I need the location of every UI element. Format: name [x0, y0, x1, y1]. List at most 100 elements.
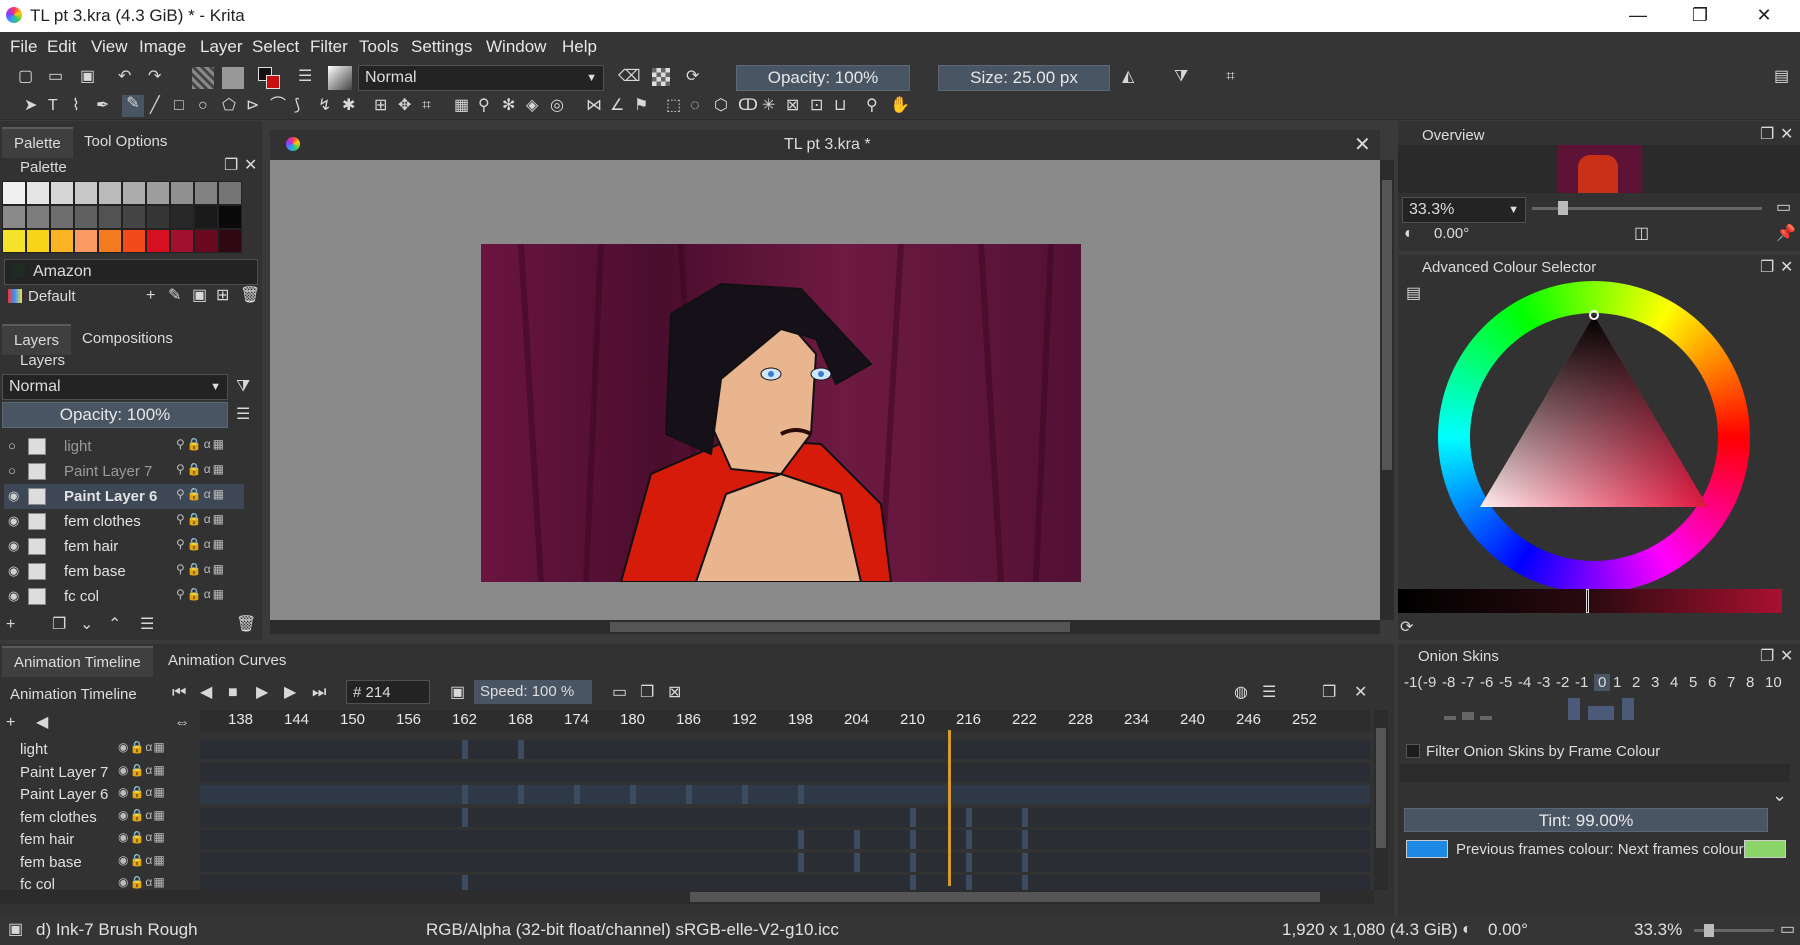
eye-closed-icon[interactable]: ○ [8, 438, 16, 453]
polygon-select-icon[interactable]: ⬡ [714, 97, 728, 115]
keyframe[interactable] [966, 852, 972, 872]
palette-swatch[interactable] [98, 229, 122, 253]
timeline-layer-row[interactable]: Paint Layer 7 ◉🔒α▦ [0, 761, 200, 783]
reload-preset-icon[interactable]: ⟳ [686, 68, 699, 86]
mirror-view-icon[interactable]: ◫ [1634, 225, 1649, 243]
polyline-tool-icon[interactable]: ⊳ [246, 97, 259, 115]
palette-swatch[interactable] [194, 205, 218, 229]
close-docker-icon[interactable]: ✕ [1780, 648, 1793, 666]
close-docker-icon[interactable]: ✕ [1354, 684, 1367, 702]
timeline-menu-icon[interactable]: ☰ [1262, 684, 1276, 702]
bezier-select-icon[interactable]: ⊡ [810, 97, 823, 115]
palette-swatch[interactable] [2, 205, 26, 229]
onion-frame-label[interactable]: 0 [1594, 674, 1611, 691]
palette-swatch[interactable] [122, 181, 146, 205]
tab-palette[interactable]: Palette [2, 127, 73, 158]
transform-tool-icon[interactable]: ⊞ [374, 97, 387, 115]
blend-mode-select[interactable]: Normal ▼ [358, 65, 604, 91]
measure-tool-icon[interactable]: ∠ [610, 97, 624, 115]
keyframe[interactable] [630, 785, 636, 804]
keyframe[interactable] [1022, 807, 1028, 827]
size-slider[interactable]: Size: 25.00 px [938, 65, 1110, 91]
onion-skin-toggle-icon[interactable]: ◍ [1234, 684, 1248, 702]
onion-frame-label[interactable]: 8 [1746, 674, 1754, 691]
new-document-icon[interactable]: ▢ [18, 68, 33, 86]
move-up-icon[interactable]: ⌃ [108, 616, 121, 634]
eye-icon[interactable]: ◉ [8, 488, 19, 504]
menu-settings[interactable]: Settings [411, 37, 472, 57]
keyframe[interactable] [798, 852, 804, 872]
delete-frame-icon[interactable]: ⊠ [668, 684, 681, 702]
delete-layer-icon[interactable]: 🗑 [236, 616, 256, 634]
palette-swatch[interactable] [122, 229, 146, 253]
fit-view-icon[interactable]: ▭ [1780, 921, 1795, 939]
timeline-property-icons[interactable]: ◉🔒α▦ [118, 875, 166, 889]
palette-swatch[interactable] [26, 181, 50, 205]
move-down-icon[interactable]: ⌄ [80, 616, 93, 634]
keyframe[interactable] [462, 785, 468, 804]
eraser-icon[interactable]: ⌫ [618, 68, 641, 86]
tab-animation-curves[interactable]: Animation Curves [156, 646, 298, 675]
bezier-tool-icon[interactable]: ⌒ [270, 97, 286, 115]
redo-icon[interactable]: ↷ [148, 68, 161, 86]
layer-menu-icon[interactable]: ☰ [236, 406, 250, 424]
palette-swatch[interactable] [194, 181, 218, 205]
onion-frame-label[interactable]: -6 [1480, 674, 1493, 691]
onion-frame-label[interactable]: 7 [1727, 674, 1735, 691]
palette-swatch[interactable] [50, 229, 74, 253]
palette-swatch[interactable] [74, 229, 98, 253]
layer-property-icons[interactable]: ⚲🔒α▦ [176, 587, 226, 601]
onion-frame-label[interactable]: -2 [1556, 674, 1569, 691]
pattern-icon[interactable] [222, 67, 244, 89]
onion-frame-numbers[interactable]: -1(-9 -8 -7 -6 -5 -4 -3 -2 -1 0 1 2 3 4 5 6 7 8 10 [1404, 674, 1794, 694]
canvas-vertical-scrollbar[interactable] [1380, 160, 1394, 620]
keyframe[interactable] [966, 830, 972, 849]
layer-property-icons[interactable]: ⚲🔒α▦ [176, 512, 226, 526]
current-frame-input[interactable]: # 214 [346, 680, 430, 704]
save-icon[interactable]: ▣ [80, 68, 95, 86]
tab-compositions[interactable]: Compositions [70, 324, 185, 353]
layer-blend-select[interactable]: Normal ▼ [2, 374, 228, 400]
keyframe[interactable] [854, 852, 860, 872]
onion-frame-label[interactable]: -9 [1423, 674, 1436, 691]
menu-tools[interactable]: Tools [359, 37, 399, 57]
add-layer-icon[interactable]: + [6, 616, 15, 634]
palette-swatch[interactable] [50, 181, 74, 205]
timeline-property-icons[interactable]: ◉🔒α▦ [118, 808, 166, 822]
layer-row[interactable]: ◉ fc col ⚲🔒α▦ [4, 584, 244, 609]
save-palette-icon[interactable]: ▣ [192, 287, 207, 305]
keyframe[interactable] [966, 807, 972, 827]
layer-row[interactable]: ◉ fem hair ⚲🔒α▦ [4, 534, 244, 559]
onion-frame-label[interactable]: 6 [1708, 674, 1716, 691]
play-icon[interactable]: ▶ [256, 684, 268, 702]
timeline-layer-row[interactable]: Paint Layer 6 ◉🔒α▦ [0, 783, 200, 805]
magnetic-select-icon[interactable]: ⊔ [834, 97, 846, 115]
keyframe[interactable] [910, 852, 916, 872]
pin-icon[interactable]: 📌 [1776, 225, 1796, 243]
ellipse-tool-icon[interactable]: ○ [198, 97, 208, 115]
stop-icon[interactable]: ■ [228, 684, 238, 702]
delete-swatch-icon[interactable]: 🗑 [240, 287, 260, 305]
undo-icon[interactable]: ↶ [118, 68, 131, 86]
float-docker-icon[interactable]: ❐ [1760, 126, 1774, 144]
palette-swatch[interactable] [74, 181, 98, 205]
palette-swatch[interactable] [218, 229, 242, 253]
close-window-button[interactable]: ✕ [1736, 0, 1792, 32]
eye-icon[interactable]: ◉ [8, 588, 19, 604]
filter-checkbox[interactable] [1406, 744, 1420, 758]
dynamic-brush-icon[interactable]: ↯ [318, 97, 331, 115]
palette-swatch[interactable] [98, 181, 122, 205]
keyframe[interactable] [1022, 830, 1028, 849]
chevron-down-icon[interactable]: ⌄ [1772, 786, 1787, 804]
preserve-alpha-icon[interactable] [652, 68, 670, 86]
drop-frames-icon[interactable]: ▣ [450, 684, 465, 702]
polygon-tool-icon[interactable]: ⬠ [222, 97, 236, 115]
frame-view-icon[interactable]: ▭ [612, 684, 627, 702]
move-tool-icon[interactable]: ✥ [398, 97, 411, 115]
layer-row[interactable]: ○ Paint Layer 7 ⚲🔒α▦ [4, 459, 244, 484]
onion-opacity-bars[interactable] [1404, 698, 1794, 720]
speed-slider[interactable]: Speed: 100 % [474, 680, 592, 704]
palette-swatch[interactable] [170, 205, 194, 229]
rectangle-tool-icon[interactable]: □ [174, 97, 184, 115]
clone-frames-icon[interactable]: ❐ [640, 684, 654, 702]
